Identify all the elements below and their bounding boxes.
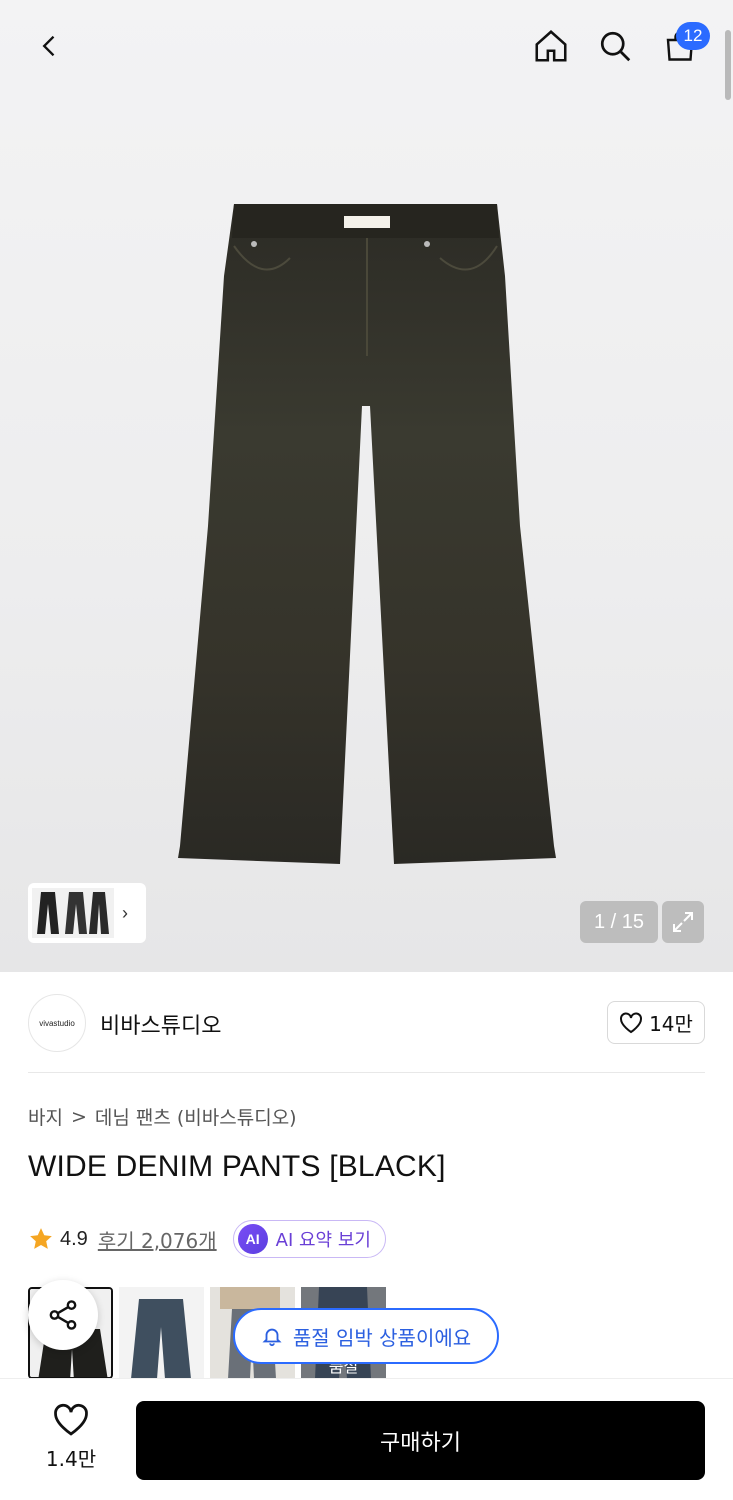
ai-summary-button[interactable]: AI AI 요약 보기 — [232, 1220, 386, 1258]
heart-icon — [54, 1403, 88, 1436]
home-icon — [535, 30, 567, 62]
expand-icon[interactable] — [662, 901, 704, 943]
breadcrumb: 바지 > 데님 팬츠 (비바스튜디오) — [28, 1103, 297, 1130]
brand-like-button[interactable]: 14만 — [607, 1001, 705, 1044]
breadcrumb-separator: > — [70, 1105, 87, 1128]
reviews-link[interactable]: 후기 2,076개 — [98, 1225, 217, 1254]
color-option-blue[interactable] — [119, 1287, 204, 1379]
star-icon — [30, 1228, 52, 1249]
chevron-right-icon[interactable]: › — [122, 903, 128, 924]
search-button[interactable] — [591, 22, 639, 70]
gallery-thumbnail[interactable] — [32, 888, 114, 938]
divider — [28, 1072, 705, 1073]
search-icon — [600, 31, 631, 62]
wishlist-button[interactable]: 1.4만 — [36, 1403, 106, 1472]
heart-icon — [620, 1011, 643, 1033]
gallery-thumbnail-strip[interactable]: › — [28, 883, 146, 943]
brand-logo[interactable]: vivastudio — [28, 994, 86, 1052]
top-navigation-bar: 12 — [0, 0, 733, 92]
scrollbar[interactable] — [725, 30, 731, 100]
home-button[interactable] — [527, 22, 575, 70]
brand-like-count: 14만 — [649, 1012, 693, 1036]
brand-name[interactable]: 비바스튜디오 — [100, 1008, 221, 1040]
product-title: WIDE DENIM PANTS [BLACK] — [28, 1150, 446, 1183]
breadcrumb-item-category[interactable]: 바지 — [28, 1103, 63, 1130]
rating-row: 4.9 후기 2,076개 AI AI 요약 보기 — [28, 1220, 386, 1258]
low-stock-text: 품절 임박 상품이에요 — [292, 1325, 472, 1350]
back-button[interactable] — [26, 22, 74, 70]
buy-button[interactable]: 구매하기 — [136, 1401, 705, 1480]
breadcrumb-item-subcategory[interactable]: 데님 팬츠 (비바스튜디오) — [95, 1103, 297, 1130]
bell-icon — [262, 1328, 282, 1347]
cart-count-badge: 12 — [676, 22, 710, 50]
chevron-left-icon — [42, 35, 55, 57]
pants-thumbnail-icon — [119, 1287, 204, 1379]
image-counter: 1 / 15 — [580, 901, 658, 943]
ai-icon: AI — [237, 1224, 268, 1254]
wishlist-count: 1.4만 — [45, 1447, 97, 1471]
ai-summary-label: AI 요약 보기 — [275, 1230, 371, 1251]
bottom-action-bar: 1.4만 구매하기 — [0, 1378, 733, 1500]
product-image-gallery[interactable]: › 1 / 15 — [0, 0, 733, 972]
brand-row[interactable]: vivastudio 비바스튜디오 14만 — [28, 992, 705, 1052]
rating-value: 4.9 — [60, 1227, 88, 1250]
low-stock-toast[interactable]: 품절 임박 상품이에요 — [233, 1308, 499, 1364]
product-image — [178, 204, 556, 864]
share-icon — [49, 1300, 77, 1330]
share-button[interactable] — [28, 1280, 98, 1350]
pants-thumbnail-icon — [37, 892, 109, 934]
